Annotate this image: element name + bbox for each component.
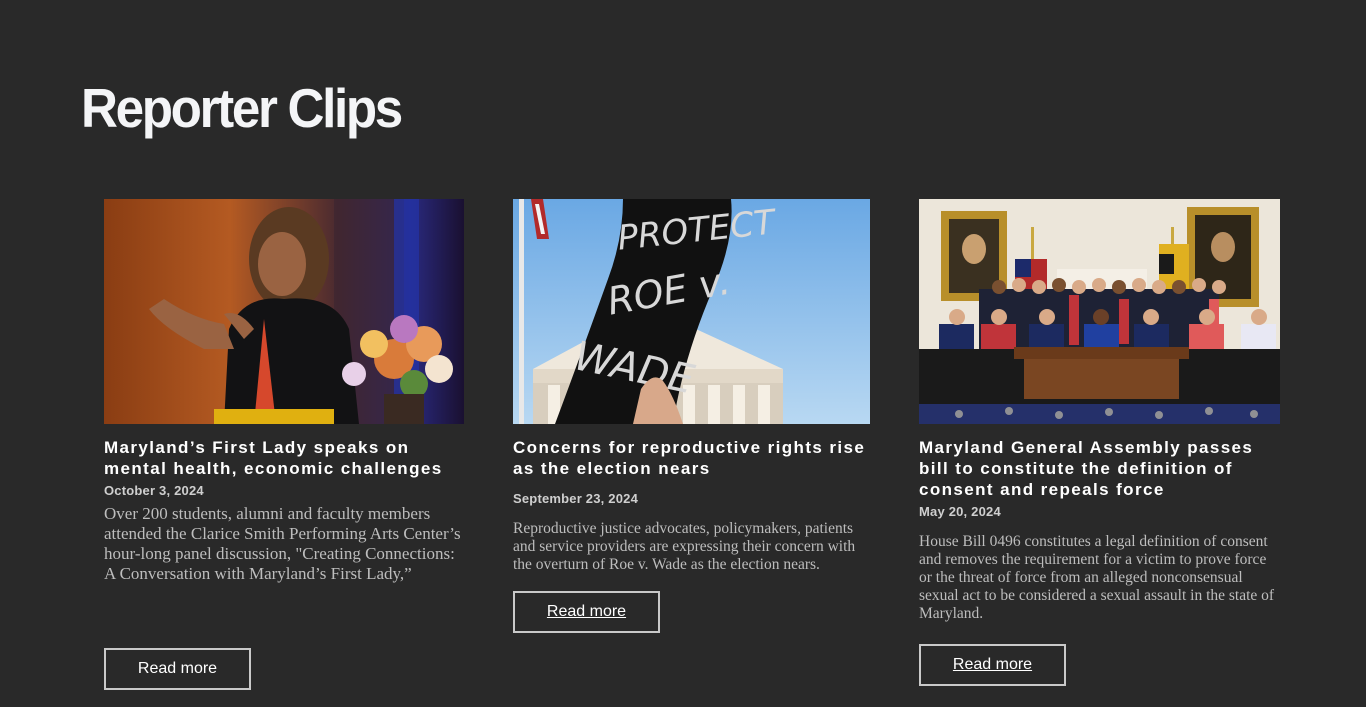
article-image[interactable] [104,199,464,424]
article-date: October 3, 2024 [104,483,204,498]
article-summary: House Bill 0496 constitutes a legal defi… [919,533,1275,622]
article-card: Maryland General Assembly passes bill to… [919,199,1280,686]
read-more-button[interactable]: Read more [513,591,660,633]
article-title[interactable]: Maryland General Assembly passes bill to… [919,437,1280,500]
article-date: September 23, 2024 [513,491,639,506]
article-date: May 20, 2024 [919,504,1001,519]
page-title: Reporter Clips [81,77,403,139]
article-image[interactable]: PROTECT ROE v. WADE [513,199,870,424]
article-title[interactable]: Maryland’s First Lady speaks on mental h… [104,437,464,479]
read-more-button[interactable]: Read more [919,644,1066,686]
article-summary: Over 200 students, alumni and faculty me… [104,504,461,583]
article-card: PROTECT ROE v. WADE Concerns for reprodu… [513,199,870,633]
article-image[interactable] [919,199,1280,424]
article-summary: Reproductive justice advocates, policyma… [513,520,856,573]
read-more-button[interactable]: Read more [104,648,251,690]
article-title[interactable]: Concerns for reproductive rights rise as… [513,437,870,479]
article-card: Maryland’s First Lady speaks on mental h… [104,199,464,690]
